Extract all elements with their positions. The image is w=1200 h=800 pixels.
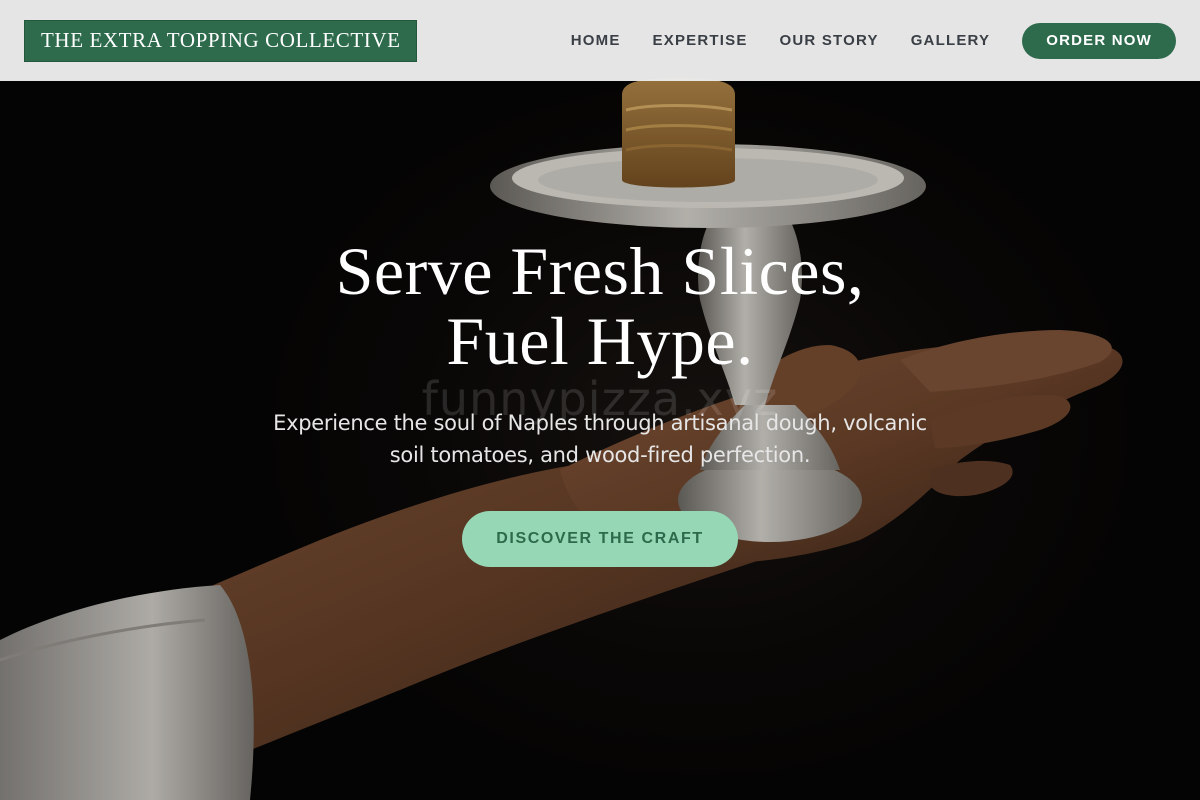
nav-link-home[interactable]: HOME <box>571 32 621 49</box>
nav-link-our-story[interactable]: OUR STORY <box>780 32 879 49</box>
main-nav: HOME EXPERTISE OUR STORY GALLERY ORDER N… <box>571 22 1176 59</box>
discover-the-craft-button[interactable]: DISCOVER THE CRAFT <box>462 511 738 567</box>
nav-link-gallery[interactable]: GALLERY <box>911 32 991 49</box>
hero-title-line-1: Serve Fresh Slices, <box>335 233 865 309</box>
nav-link-expertise[interactable]: EXPERTISE <box>653 32 748 49</box>
hero-content: Serve Fresh Slices, Fuel Hype. Experienc… <box>0 236 1200 567</box>
hero-title-line-2: Fuel Hype. <box>446 303 754 379</box>
brand-logo[interactable]: THE EXTRA TOPPING COLLECTIVE <box>24 19 417 62</box>
order-now-button[interactable]: ORDER NOW <box>1022 22 1176 59</box>
hero-subtitle: Experience the soul of Naples through ar… <box>273 411 927 467</box>
site-header: THE EXTRA TOPPING COLLECTIVE HOME EXPERT… <box>0 0 1200 81</box>
hero-title: Serve Fresh Slices, Fuel Hype. <box>0 236 1200 376</box>
